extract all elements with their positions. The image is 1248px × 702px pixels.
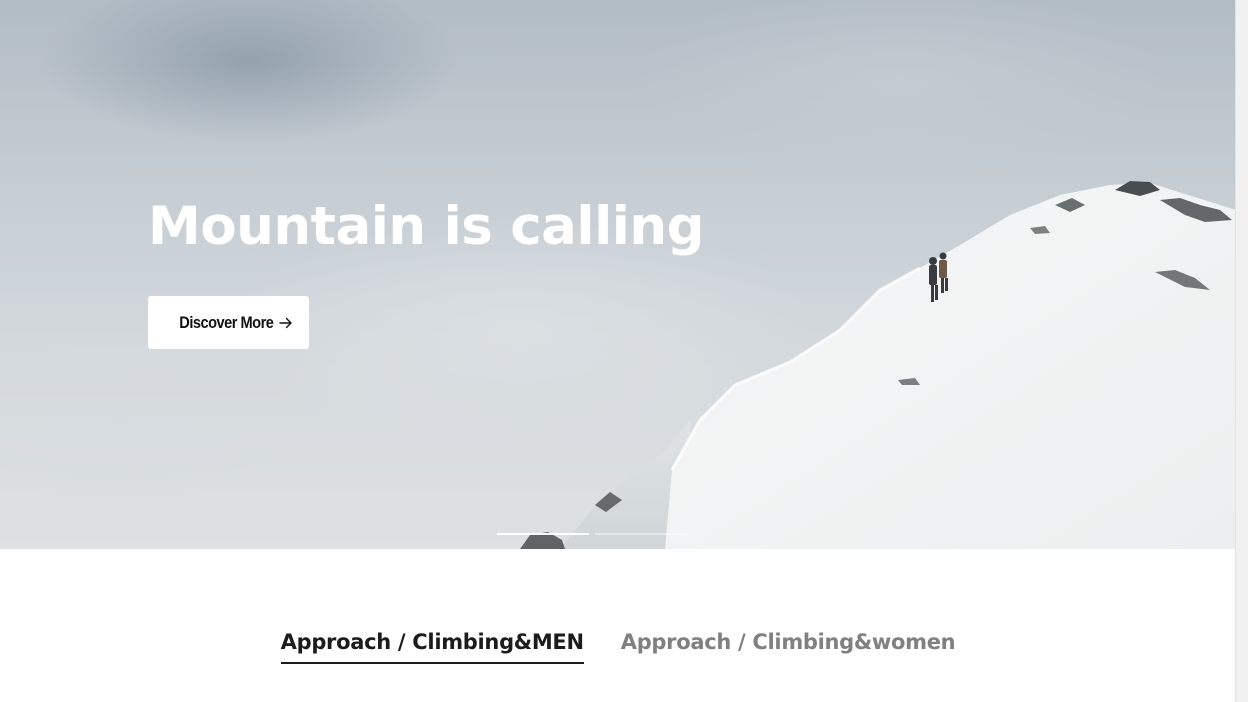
slide-indicator: [497, 533, 687, 536]
tab-climbing-women[interactable]: Approach / Climbing&women: [621, 630, 956, 664]
tab-climbing-men[interactable]: Approach / Climbing&MEN: [280, 630, 584, 664]
discover-more-label: Discover More: [179, 312, 275, 332]
page-scrollbar[interactable]: [1235, 0, 1248, 702]
hero-banner: Mountain is calling Discover More: [0, 0, 1236, 549]
slide-dot-2[interactable]: [595, 533, 687, 535]
discover-more-button[interactable]: Discover More: [148, 296, 309, 349]
page: Mountain is calling Discover More Approa…: [0, 0, 1248, 702]
category-tabs: Approach / Climbing&MEN Approach / Climb…: [0, 630, 1236, 664]
hero-title: Mountain is calling: [148, 196, 705, 257]
arrow-right-icon: [278, 317, 292, 328]
mountain-illustration: [520, 181, 1236, 549]
slide-dot-1[interactable]: [497, 533, 589, 535]
